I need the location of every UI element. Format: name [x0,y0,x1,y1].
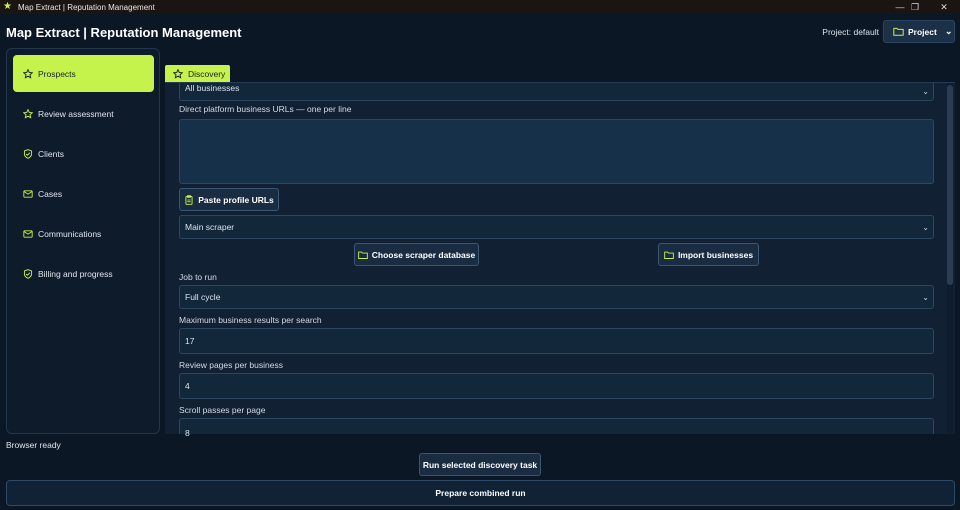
paste-profile-urls-button[interactable]: Paste profile URLs [179,188,279,211]
sidebar-item-communications[interactable]: Communications [13,215,154,252]
project-button-label: Project [908,26,937,37]
folder-icon [664,251,674,259]
sidebar-item-label: Review assessment [38,108,114,119]
prepare-combined-run-button[interactable]: Prepare combined run [6,480,955,506]
job-label: Job to run [179,272,217,282]
mail-check-icon [23,189,33,198]
folder-icon [357,251,368,259]
urls-label: Direct platform business URLs — one per … [179,104,352,114]
sidebar-item-billing-and-progress[interactable]: Billing and progress [13,255,154,292]
urls-textarea[interactable] [179,119,934,184]
restore-button[interactable]: ❐ [903,0,927,14]
window-title: Map Extract | Reputation Management [18,2,155,12]
choose-scraper-database-label: Choose scraper database [371,249,476,260]
sidebar-item-label: Prospects [38,68,76,79]
chevron-down-icon: ⌄ [922,222,929,232]
clipboard-icon [185,194,193,205]
max-results-label: Maximum business results per search [179,315,322,325]
job-select[interactable]: Full cycle ⌄ [179,285,934,309]
sidebar: Prospects Review assessment Clients Case… [6,48,160,434]
import-businesses-button[interactable]: Import businesses [658,243,759,266]
run-selected-discovery-task-button[interactable]: Run selected discovery task [419,453,541,476]
project-label: Project: default [822,27,879,37]
scroll-passes-value: 8 [185,428,190,438]
job-select-value: Full cycle [185,292,221,302]
sidebar-item-prospects[interactable]: Prospects [13,55,154,92]
tab-discovery[interactable]: Discovery [165,65,230,82]
business-filter-value: All businesses [185,83,240,93]
star-icon [23,68,33,79]
close-button[interactable]: ✕ [932,0,956,14]
chevron-down-icon: ⌄ [944,26,953,36]
project-button[interactable]: Project ⌄ [883,20,955,43]
app-title: Map Extract | Reputation Management [6,25,242,40]
scrollbar-thumb[interactable] [947,85,953,285]
shield-check-icon [23,148,33,159]
folder-icon [893,27,904,36]
chevron-down-icon: ⌄ [922,87,929,96]
sidebar-item-clients[interactable]: Clients [13,135,154,172]
choose-scraper-database-button[interactable]: Choose scraper database [354,243,479,266]
scraper-select[interactable]: Main scraper ⌄ [179,215,934,239]
review-pages-input[interactable]: 4 [179,373,934,399]
sidebar-item-label: Cases [38,188,63,199]
scroll-passes-label: Scroll passes per page [179,405,266,415]
star-icon [23,108,33,119]
scraper-select-value: Main scraper [185,222,235,232]
status-text: Browser ready [6,440,61,450]
app-star-icon: ★ [3,1,12,12]
paste-profile-urls-label: Paste profile URLs [198,194,274,205]
review-pages-label: Review pages per business [179,360,283,370]
max-results-value: 17 [185,336,195,346]
sidebar-item-label: Clients [38,148,64,159]
max-results-input[interactable]: 17 [179,328,934,354]
sidebar-item-label: Billing and progress [38,268,113,279]
business-filter-select[interactable]: All businesses ⌄ [179,83,934,101]
sidebar-item-cases[interactable]: Cases [13,175,154,212]
chevron-down-icon: ⌄ [922,292,929,302]
review-pages-value: 4 [185,381,190,391]
sidebar-item-review-assessment[interactable]: Review assessment [13,95,154,132]
import-businesses-label: Import businesses [677,249,754,260]
tab-label: Discovery [188,68,226,79]
star-icon [173,68,183,79]
window-titlebar: ★ Map Extract | Reputation Management — … [0,0,960,14]
shield-check-icon [23,268,33,279]
scroll-passes-input[interactable]: 8 [179,418,934,438]
sidebar-item-label: Communications [38,228,102,239]
mail-check-icon [23,229,33,238]
